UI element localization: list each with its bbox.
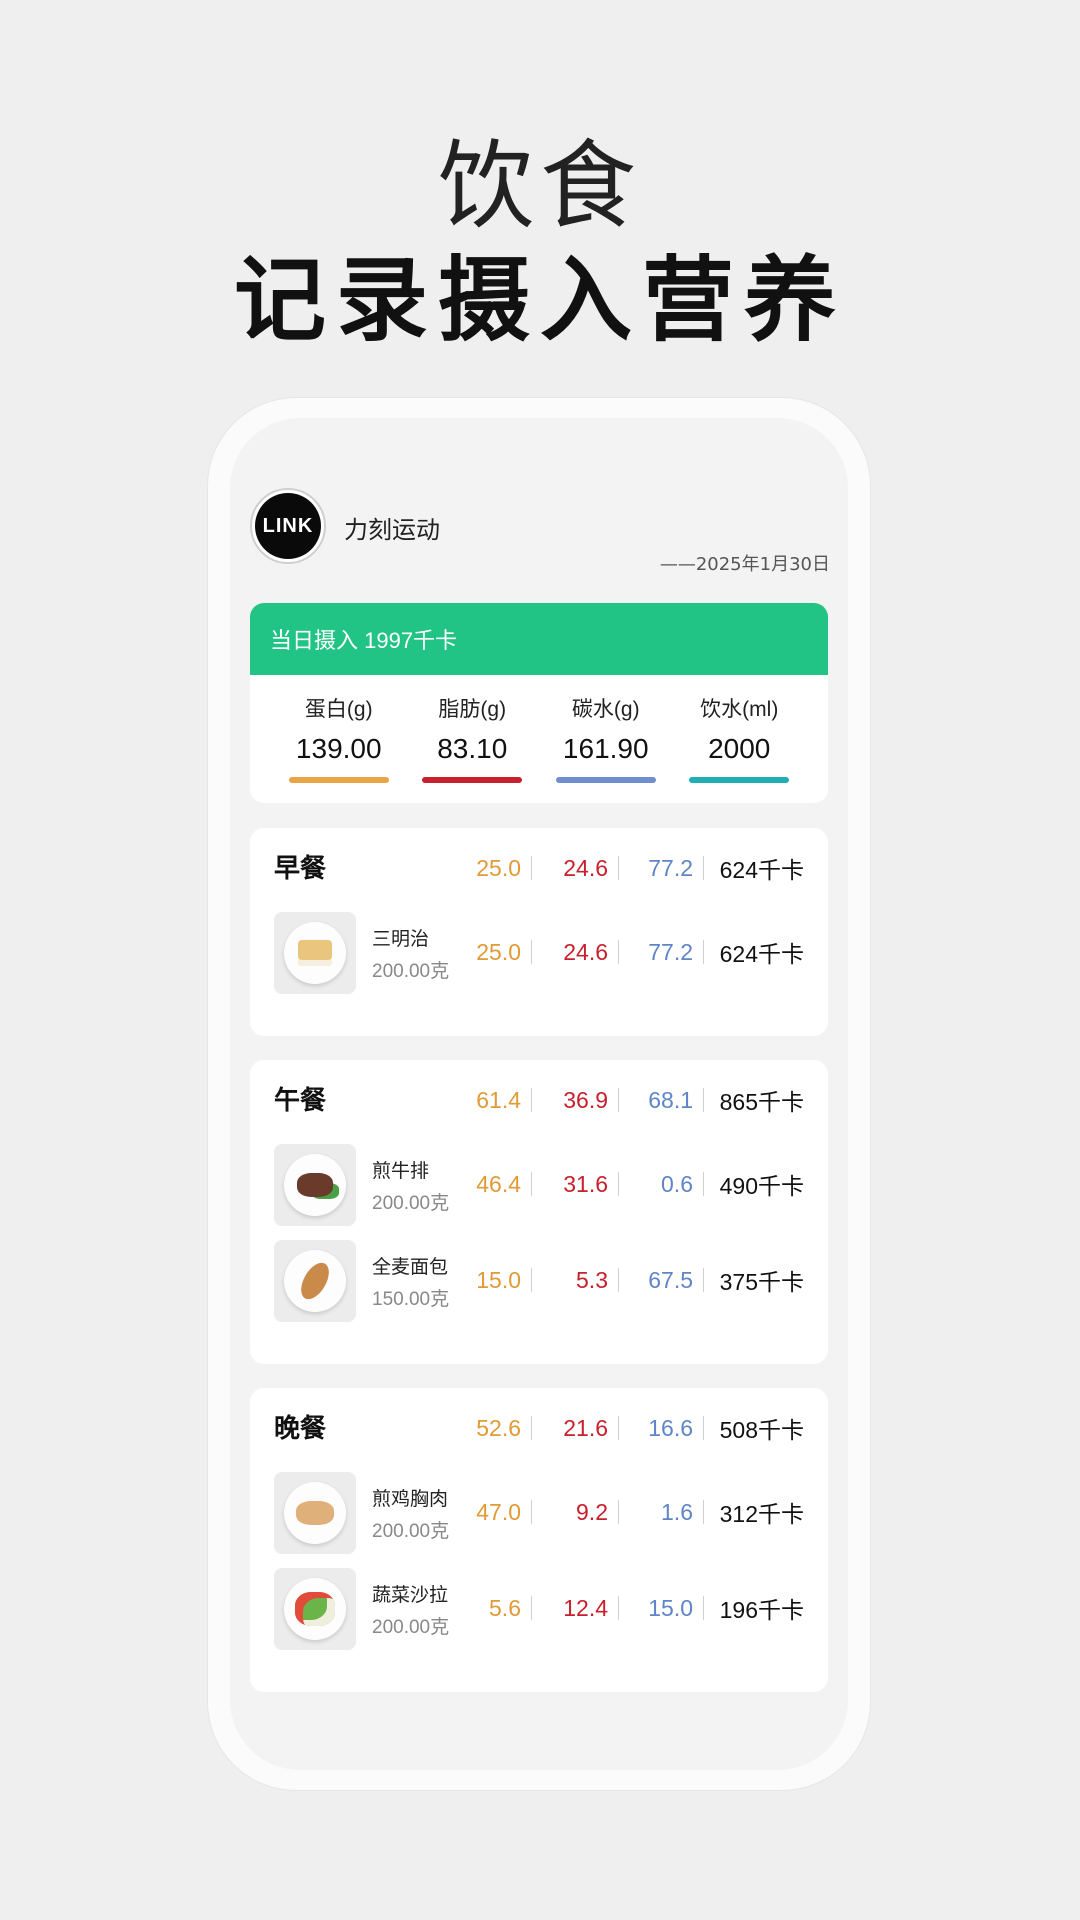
fat-value: 5.3 xyxy=(576,1266,608,1293)
food-quantity: 150.00克 xyxy=(372,1289,450,1310)
protein-value: 25.0 xyxy=(476,938,521,965)
carbs-value: 67.5 xyxy=(648,1266,693,1293)
macro-label: 脂肪(g) xyxy=(438,698,507,721)
daily-intake-banner: 当日摄入 1997千卡 xyxy=(250,603,828,675)
protein-value: 15.0 xyxy=(476,1266,521,1293)
meal-header: 晚餐 52.6 21.6 16.6 508千卡 xyxy=(274,1408,804,1448)
protein-value: 46.4 xyxy=(476,1170,521,1197)
protein-value: 5.6 xyxy=(489,1594,521,1621)
fat-value: 24.6 xyxy=(563,938,608,965)
food-quantity: 200.00克 xyxy=(372,1193,450,1214)
food-nutrition: 47.0 9.2 1.6 312千卡 xyxy=(461,1492,804,1532)
macro-value: 2000 xyxy=(708,733,771,764)
food-nutrition: 25.0 24.6 77.2 624千卡 xyxy=(461,932,804,972)
meal-header: 午餐 61.4 36.9 68.1 865千卡 xyxy=(274,1080,804,1120)
carbs-value: 16.6 xyxy=(648,1414,693,1441)
phone-screen: LINK 力刻运动 ——2025年1月30日 当日摄入 1997千卡 蛋白(g)… xyxy=(230,418,848,1770)
macro-value: 83.10 xyxy=(437,733,508,764)
food-quantity: 200.00克 xyxy=(372,1521,450,1542)
macro-color-bar xyxy=(555,777,656,783)
carbs-value: 77.2 xyxy=(648,938,693,965)
food-nutrition: 46.4 31.6 0.6 490千卡 xyxy=(461,1164,804,1204)
fat-value: 31.6 xyxy=(563,1170,608,1197)
kcal-value: 375千卡 xyxy=(719,1269,804,1295)
carbs-value: 1.6 xyxy=(661,1498,693,1525)
meal-card-breakfast[interactable]: 早餐 25.0 24.6 77.2 624千卡 三明治 200.00克 25.0… xyxy=(250,828,828,1036)
food-nutrition: 5.6 12.4 15.0 196千卡 xyxy=(461,1588,804,1628)
steak-icon xyxy=(274,1144,356,1226)
bread-icon xyxy=(274,1240,356,1322)
food-item[interactable]: 三明治 200.00克 25.0 24.6 77.2 624千卡 xyxy=(274,912,804,996)
kcal-value: 312千卡 xyxy=(719,1501,804,1527)
meal-title: 午餐 xyxy=(274,1085,327,1115)
phone-frame: LINK 力刻运动 ——2025年1月30日 当日摄入 1997千卡 蛋白(g)… xyxy=(208,398,870,1790)
app-name: 力刻运动 xyxy=(344,517,440,544)
sandwich-icon xyxy=(274,912,356,994)
fat-value: 36.9 xyxy=(563,1086,608,1113)
macro-value: 161.90 xyxy=(562,733,649,764)
hero-title: 记录摄入营养 xyxy=(233,247,846,354)
meal-header: 早餐 25.0 24.6 77.2 624千卡 xyxy=(274,848,804,888)
protein-value: 25.0 xyxy=(476,854,521,881)
kcal-value: 624千卡 xyxy=(719,857,804,883)
chicken-breast-icon xyxy=(274,1472,356,1554)
macro-color-bar xyxy=(288,777,389,783)
meal-totals: 25.0 24.6 77.2 624千卡 xyxy=(461,848,804,888)
macro-fat: 脂肪(g) 83.10 xyxy=(422,693,523,783)
carbs-value: 0.6 xyxy=(661,1170,693,1197)
fat-value: 9.2 xyxy=(576,1498,608,1525)
macro-carbs: 碳水(g) 161.90 xyxy=(555,693,656,783)
food-name: 煎鸡胸肉 xyxy=(372,1489,449,1510)
kcal-value: 865千卡 xyxy=(719,1089,804,1115)
meal-card-dinner[interactable]: 晚餐 52.6 21.6 16.6 508千卡 煎鸡胸肉 200.00克 47.… xyxy=(250,1388,828,1692)
food-item[interactable]: 煎牛排 200.00克 46.4 31.6 0.6 490千卡 xyxy=(274,1144,804,1228)
food-name: 蔬菜沙拉 xyxy=(372,1585,449,1606)
food-item[interactable]: 蔬菜沙拉 200.00克 5.6 12.4 15.0 196千卡 xyxy=(274,1568,804,1652)
kcal-value: 508千卡 xyxy=(719,1417,804,1443)
macro-label: 碳水(g) xyxy=(571,698,640,721)
food-nutrition: 15.0 5.3 67.5 375千卡 xyxy=(461,1260,804,1300)
carbs-value: 68.1 xyxy=(648,1086,693,1113)
macro-protein: 蛋白(g) 139.00 xyxy=(288,693,389,783)
food-name: 煎牛排 xyxy=(372,1161,430,1182)
meal-title: 晚餐 xyxy=(274,1413,327,1443)
protein-value: 61.4 xyxy=(476,1086,521,1113)
macro-color-bar xyxy=(422,777,523,783)
macro-label: 饮水(ml) xyxy=(700,698,779,721)
kcal-value: 624千卡 xyxy=(719,941,804,967)
food-item[interactable]: 全麦面包 150.00克 15.0 5.3 67.5 375千卡 xyxy=(274,1240,804,1324)
kcal-value: 196千卡 xyxy=(719,1597,804,1623)
food-item[interactable]: 煎鸡胸肉 200.00克 47.0 9.2 1.6 312千卡 xyxy=(274,1472,804,1556)
macro-water: 饮水(ml) 2000 xyxy=(689,693,790,783)
macro-summary: 蛋白(g) 139.00 脂肪(g) 83.10 碳水(g) 161.90 饮水… xyxy=(250,693,828,783)
food-quantity: 200.00克 xyxy=(372,1617,450,1638)
macro-value: 139.00 xyxy=(295,733,382,764)
carbs-value: 77.2 xyxy=(648,854,693,881)
macro-color-bar xyxy=(689,777,790,783)
fat-value: 21.6 xyxy=(563,1414,608,1441)
logo-icon: LINK xyxy=(250,488,326,564)
fat-value: 24.6 xyxy=(563,854,608,881)
macro-label: 蛋白(g) xyxy=(304,698,373,721)
kcal-value: 490千卡 xyxy=(719,1173,804,1199)
protein-value: 52.6 xyxy=(476,1414,521,1441)
app-header: LINK 力刻运动 ——2025年1月30日 xyxy=(250,488,830,598)
meal-totals: 52.6 21.6 16.6 508千卡 xyxy=(461,1408,804,1448)
fat-value: 12.4 xyxy=(563,1594,608,1621)
food-name: 三明治 xyxy=(372,929,430,950)
date-label: ——2025年1月30日 xyxy=(659,554,830,575)
salad-icon xyxy=(274,1568,356,1650)
logo-text: LINK xyxy=(255,493,321,559)
meal-totals: 61.4 36.9 68.1 865千卡 xyxy=(461,1080,804,1120)
protein-value: 47.0 xyxy=(476,1498,521,1525)
meal-card-lunch[interactable]: 午餐 61.4 36.9 68.1 865千卡 煎牛排 200.00克 46.4… xyxy=(250,1060,828,1364)
daily-summary-card: 当日摄入 1997千卡 蛋白(g) 139.00 脂肪(g) 83.10 碳水(… xyxy=(250,603,828,803)
food-name: 全麦面包 xyxy=(372,1257,449,1278)
food-quantity: 200.00克 xyxy=(372,961,450,982)
meal-title: 早餐 xyxy=(274,853,327,883)
carbs-value: 15.0 xyxy=(648,1594,693,1621)
